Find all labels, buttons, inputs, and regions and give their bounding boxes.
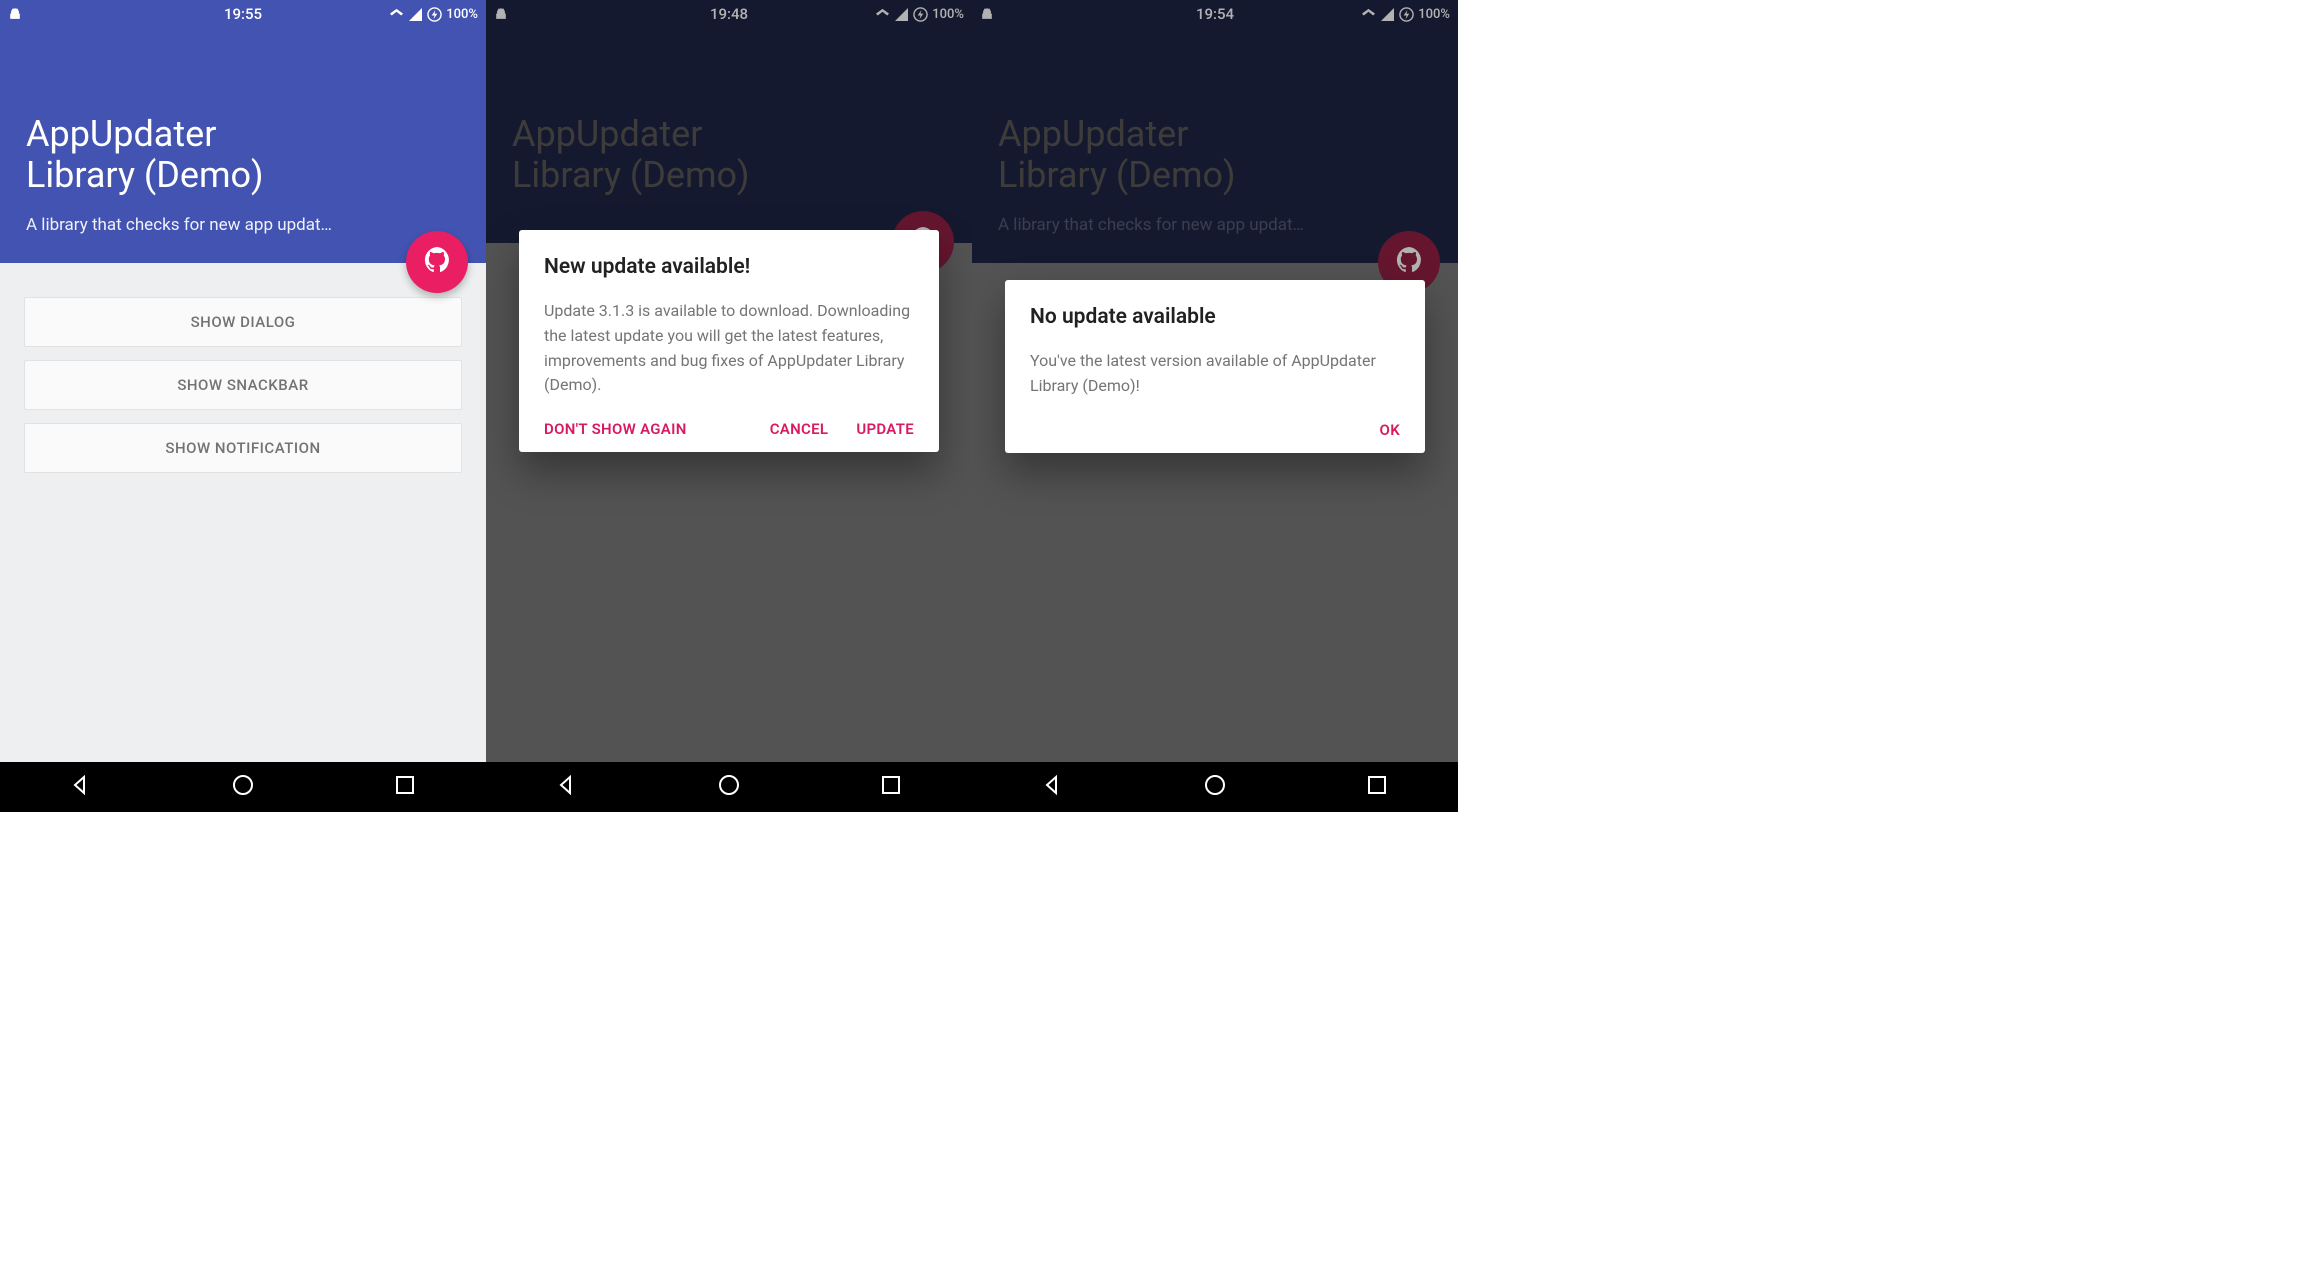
show-notification-button[interactable]: SHOW NOTIFICATION [24, 423, 462, 473]
ok-button[interactable]: OK [1380, 421, 1400, 439]
battery-percent: 100% [446, 7, 478, 22]
app-header: AppUpdater Library (Demo) A library that… [0, 28, 486, 263]
update-button[interactable]: UPDATE [856, 420, 914, 438]
android-nav-bar [0, 762, 486, 812]
screen-1: 19:55 100% AppUpdater Library (Demo) A l… [0, 0, 486, 812]
app-subtitle: A library that checks for new app updat… [26, 215, 460, 235]
button-list: SHOW DIALOG SHOW SNACKBAR SHOW NOTIFICAT… [0, 263, 486, 473]
nav-home-button[interactable] [232, 774, 254, 800]
show-dialog-button[interactable]: SHOW DIALOG [24, 297, 462, 347]
no-update-dialog: No update available You've the latest ve… [1005, 280, 1425, 453]
show-snackbar-button[interactable]: SHOW SNACKBAR [24, 360, 462, 410]
nav-back-button[interactable] [70, 774, 92, 800]
wifi-icon [389, 7, 404, 22]
charging-icon [427, 7, 442, 22]
screen-3: 19:54 100% AppUpdater Library (Demo) A l… [972, 0, 1458, 812]
dont-show-again-button[interactable]: DON'T SHOW AGAIN [544, 420, 687, 438]
nav-back-button[interactable] [556, 774, 578, 800]
dialog-title: No update available [1030, 305, 1400, 329]
screen-2: 19:48 100% AppUpdater Library (Demo) New… [486, 0, 972, 812]
nav-recent-button[interactable] [880, 774, 902, 800]
cellular-icon [408, 7, 423, 22]
android-nav-bar [486, 762, 972, 812]
nav-back-button[interactable] [1042, 774, 1064, 800]
dialog-body: You've the latest version available of A… [1030, 349, 1400, 399]
nav-recent-button[interactable] [1366, 774, 1388, 800]
nav-recent-button[interactable] [394, 774, 416, 800]
dialog-actions: DON'T SHOW AGAIN CANCEL UPDATE [544, 420, 914, 438]
nav-home-button[interactable] [1204, 774, 1226, 800]
update-available-dialog: New update available! Update 3.1.3 is av… [519, 230, 939, 452]
github-fab[interactable] [406, 231, 468, 293]
github-icon [422, 245, 452, 279]
dialog-title: New update available! [544, 255, 914, 279]
dialog-body: Update 3.1.3 is available to download. D… [544, 299, 914, 398]
status-bar: 19:55 100% [0, 0, 486, 28]
dialog-actions: OK [1030, 421, 1400, 439]
status-clock: 19:55 [163, 5, 323, 23]
android-nav-bar [972, 762, 1458, 812]
nav-home-button[interactable] [718, 774, 740, 800]
app-title: AppUpdater Library (Demo) [26, 114, 460, 197]
android-icon [8, 7, 22, 21]
cancel-button[interactable]: CANCEL [770, 420, 829, 438]
